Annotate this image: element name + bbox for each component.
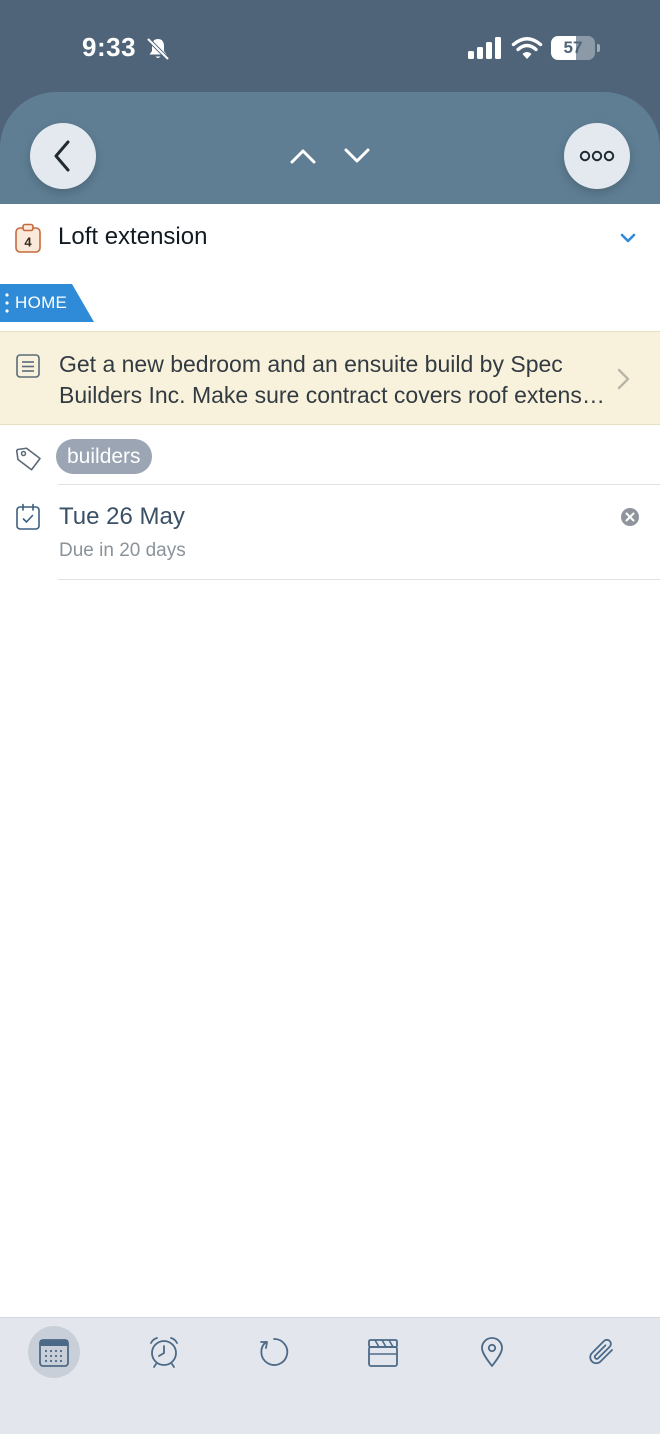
repeat-tool-button[interactable] [248,1326,300,1378]
due-date-row[interactable]: Tue 26 May Due in 20 days [0,485,660,580]
due-relative: Due in 20 days [59,540,186,561]
divider [58,579,660,580]
notes-row[interactable]: Get a new bedroom and an ensuite build b… [0,331,660,425]
clear-date-icon[interactable] [620,507,640,527]
chevron-right-icon [617,368,630,390]
bell-slash-icon [146,37,170,61]
chevron-down-icon [344,148,370,163]
attachment-tool-button[interactable] [576,1326,628,1378]
note-icon [16,354,40,378]
reminder-tool-button[interactable] [138,1326,190,1378]
back-button[interactable] [30,123,96,189]
bottom-toolbar [0,1317,660,1434]
notes-line-2: Builders Inc. Make sure contract covers … [59,382,605,408]
task-title-row[interactable]: 4 Loft extension [0,204,660,270]
checklist-tool-button[interactable] [357,1326,409,1378]
calendar-tool-button[interactable] [28,1326,80,1378]
tag-chip[interactable]: builders [56,439,152,474]
status-time: 9:33 [82,32,137,62]
repeat-icon [260,1338,289,1366]
list-tag-label: HOME [15,293,68,312]
location-pin-icon [481,1337,503,1367]
battery-percent: 57 [563,38,583,57]
header-bar [0,92,660,204]
clapperboard-icon [368,1339,398,1367]
next-task-button[interactable] [341,140,373,172]
tags-row[interactable]: builders [0,425,660,485]
paperclip-icon [589,1338,613,1365]
notes-line-1: Get a new bedroom and an ensuite build b… [59,351,563,377]
calendar-icon [39,1339,69,1367]
tag-icon [15,447,41,471]
cellular-signal-icon [468,37,501,59]
battery-body: 57 [551,36,595,60]
previous-task-button[interactable] [287,140,319,172]
notes-preview: Get a new bedroom and an ensuite build b… [59,349,605,411]
battery-icon: 57 [551,36,601,60]
battery-tip [597,44,600,52]
list-badge-icon: 4 [15,223,41,253]
location-tool-button[interactable] [466,1326,518,1378]
chevron-up-icon [290,149,316,164]
list-badge-count: 4 [24,235,32,250]
chevron-left-icon [54,140,70,172]
ellipsis-icon [579,150,615,162]
chevron-down-icon[interactable] [618,230,638,246]
wifi-icon [511,37,543,59]
calendar-check-icon [16,503,40,530]
alarm-clock-icon [150,1337,178,1368]
more-options-button[interactable] [564,123,630,189]
task-title[interactable]: Loft extension [58,223,207,251]
due-date[interactable]: Tue 26 May [59,503,185,531]
